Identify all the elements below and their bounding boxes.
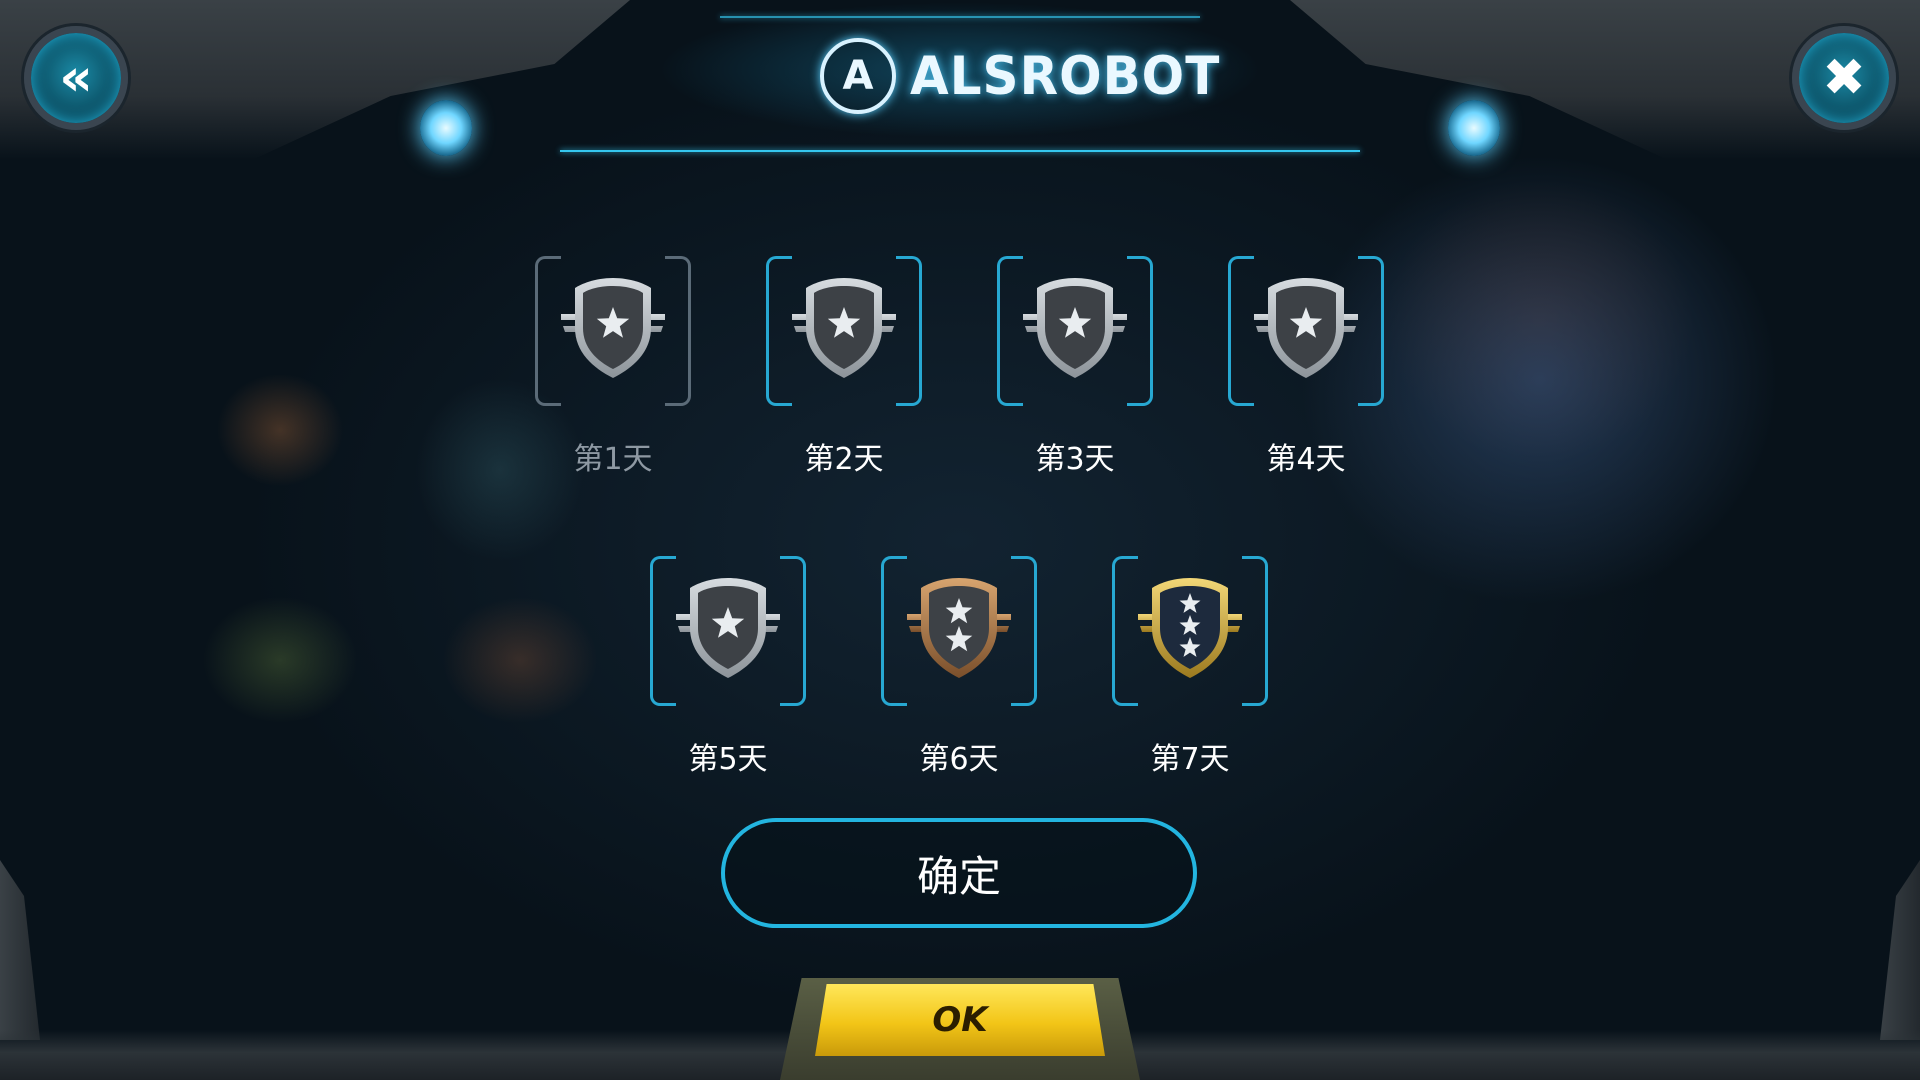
brand-text: ALSROBOT [910,45,1221,107]
day-badge-7[interactable] [1112,554,1268,710]
day-label-6: 第6天 [919,742,999,777]
day-label-3: 第3天 [1035,442,1115,477]
badge-frame-right [1011,556,1037,706]
badge-frame-left [766,256,792,406]
confirm-button[interactable]: 确定 [721,818,1197,928]
lamp-left-icon [420,100,472,156]
badge-frame-left [1112,556,1138,706]
badge-frame-right [1358,256,1384,406]
badge-frame-right [1127,256,1153,406]
day-label-7: 第7天 [1150,742,1230,777]
double-chevron-left-icon: « [59,48,93,108]
day-label-4: 第4天 [1266,442,1346,477]
badge-frame-left [535,256,561,406]
brand-logo-icon: A [820,38,896,114]
badge-frame-right [665,256,691,406]
day-badge-5[interactable] [650,554,806,710]
shield-silver-icon [561,272,665,384]
day-badge-4[interactable] [1228,254,1384,410]
shield-silver-icon [1254,272,1358,384]
shield-gold-icon [1138,572,1242,684]
header-bar: A ALSROBOT « ✖ [0,0,1920,170]
day-badge-2[interactable] [766,254,922,410]
header-top-line [720,16,1200,18]
shield-silver-icon [1023,272,1127,384]
tools-icon: ✖ [1822,48,1866,108]
ok-button[interactable]: OK [815,984,1105,1056]
day-badge-1[interactable] [535,254,691,410]
header-divider [560,150,1360,152]
badge-frame-right [1242,556,1268,706]
day-badge-3[interactable] [997,254,1153,410]
settings-button[interactable]: ✖ [1792,26,1896,130]
day-label-5: 第5天 [688,742,768,777]
badge-frame-right [780,556,806,706]
day-badge-6[interactable] [881,554,1037,710]
day-label-2: 第2天 [804,442,884,477]
badge-frame-left [997,256,1023,406]
day-label-1: 第1天 [573,442,653,477]
lamp-right-icon [1448,100,1500,156]
brand: A ALSROBOT [820,36,1220,116]
shield-silver-icon [676,572,780,684]
badge-frame-left [1228,256,1254,406]
shield-silver-icon [792,272,896,384]
badge-frame-right [896,256,922,406]
back-button[interactable]: « [24,26,128,130]
shield-bronze-icon [907,572,1011,684]
badge-frame-left [650,556,676,706]
badge-frame-left [881,556,907,706]
